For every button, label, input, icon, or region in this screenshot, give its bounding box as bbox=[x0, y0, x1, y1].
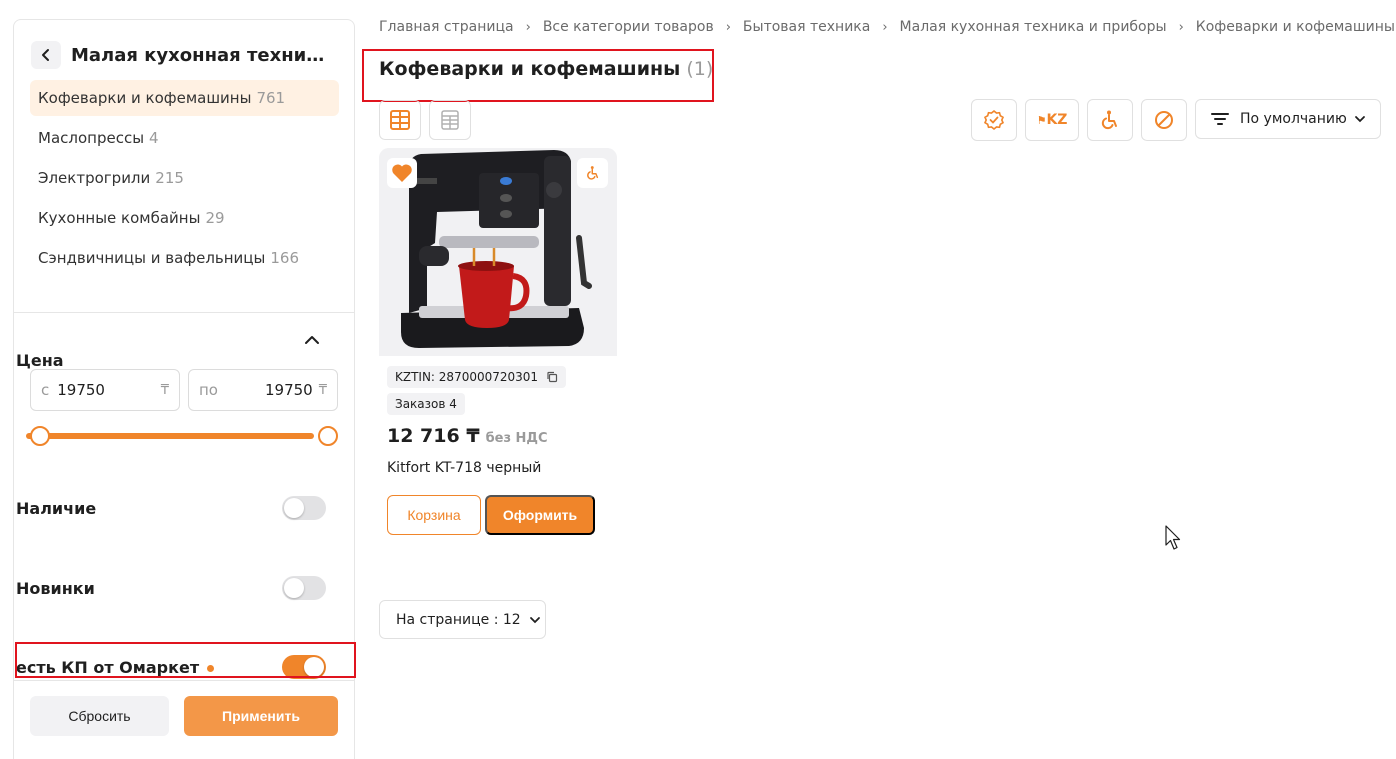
price-from-value: 19750 bbox=[57, 381, 105, 399]
page-title: Кофеварки и кофемашины (1) bbox=[379, 58, 713, 80]
indicator-dot-icon bbox=[207, 664, 215, 672]
subcategory-count: 29 bbox=[205, 209, 225, 227]
verified-filter-button[interactable] bbox=[971, 99, 1017, 141]
subcategory-count: 166 bbox=[270, 249, 299, 267]
accessibility-filter-button[interactable] bbox=[1087, 99, 1133, 141]
verified-badge-icon bbox=[983, 109, 1005, 131]
sort-icon bbox=[1211, 113, 1229, 125]
product-name[interactable]: Kitfort KT-718 черный bbox=[387, 460, 541, 476]
sidebar-divider bbox=[14, 312, 354, 313]
price-to-prefix: по bbox=[199, 381, 218, 399]
subcategory-count: 761 bbox=[256, 89, 286, 107]
kztin-text: KZTIN: 2870000720301 bbox=[395, 370, 539, 384]
chevron-up-icon[interactable] bbox=[303, 331, 321, 349]
accessibility-badge bbox=[577, 158, 608, 188]
kz-label: KZ bbox=[1046, 112, 1068, 128]
omarket-offer-toggle[interactable] bbox=[282, 655, 326, 679]
kztin-chip[interactable]: KZTIN: 2870000720301 bbox=[387, 366, 567, 388]
footer-divider bbox=[14, 680, 355, 681]
sort-dropdown[interactable]: По умолчанию bbox=[1195, 99, 1381, 139]
new-items-label: Новинки bbox=[16, 578, 95, 598]
subcategory-count: 215 bbox=[155, 169, 184, 187]
availability-toggle[interactable] bbox=[282, 496, 326, 520]
block-icon bbox=[1155, 111, 1173, 129]
chevron-down-icon bbox=[529, 616, 540, 623]
new-items-toggle[interactable] bbox=[282, 576, 326, 600]
currency-icon: ₸ bbox=[318, 382, 327, 398]
price-filter-title: Цена bbox=[16, 351, 64, 370]
checkout-button[interactable]: Оформить bbox=[485, 495, 595, 535]
result-count: (1) bbox=[686, 58, 714, 80]
per-page-dropdown[interactable]: На странице : 12 bbox=[379, 600, 546, 639]
breadcrumb-item-current: Кофеварки и кофемашины bbox=[1195, 19, 1395, 35]
per-page-label: На странице : 12 bbox=[396, 611, 521, 628]
omarket-offer-filter: есть КП от Омаркет bbox=[16, 655, 326, 679]
kz-flag-icon: ⚑ bbox=[1036, 113, 1047, 127]
subcategory-item-coffee-makers[interactable]: Кофеварки и кофемашины 761 bbox=[30, 80, 339, 116]
favorite-button[interactable] bbox=[387, 158, 417, 188]
subcategory-label: Кухонные комбайны bbox=[38, 209, 201, 227]
price-to-value: 19750 bbox=[265, 381, 313, 399]
page-title-text: Кофеварки и кофемашины bbox=[379, 58, 681, 80]
apply-button[interactable]: Применить bbox=[184, 696, 338, 736]
price-to-field[interactable]: по 19750 ₸ bbox=[188, 369, 338, 411]
category-title: Малая кухонная техника и приборы bbox=[71, 44, 336, 66]
vat-note: без НДС bbox=[485, 431, 548, 446]
list-view-icon bbox=[441, 110, 459, 130]
breadcrumb: Главная страница › Все категории товаров… bbox=[379, 19, 1395, 35]
chevron-down-icon bbox=[1355, 116, 1365, 123]
subcategory-item-oil-presses[interactable]: Маслопрессы 4 bbox=[30, 120, 339, 156]
chevron-right-icon: › bbox=[725, 19, 731, 35]
currency-icon: ₸ bbox=[160, 382, 169, 398]
sort-label: По умолчанию bbox=[1240, 111, 1347, 127]
add-to-cart-button[interactable]: Корзина bbox=[387, 495, 481, 535]
product-price: 12 716 ₸ без НДС bbox=[387, 425, 548, 447]
back-button[interactable] bbox=[31, 41, 61, 69]
heart-icon bbox=[392, 164, 412, 182]
chevron-right-icon: › bbox=[525, 19, 531, 35]
price-slider-min-handle[interactable] bbox=[30, 426, 50, 446]
wheelchair-icon bbox=[1101, 110, 1117, 130]
subcategory-label: Сэндвичницы и вафельницы bbox=[38, 249, 266, 267]
price-slider-max-handle[interactable] bbox=[318, 426, 338, 446]
breadcrumb-item[interactable]: Все категории товаров bbox=[543, 19, 714, 35]
chevron-right-icon: › bbox=[1178, 19, 1184, 35]
new-items-filter: Новинки bbox=[16, 576, 326, 600]
mouse-cursor-icon bbox=[1165, 525, 1181, 550]
product-card[interactable]: KZTIN: 2870000720301 Заказов 4 12 716 ₸ б… bbox=[379, 148, 617, 540]
subcategory-item-food-processors[interactable]: Кухонные комбайны 29 bbox=[30, 200, 339, 236]
grid-view-button[interactable] bbox=[379, 100, 421, 140]
wheelchair-icon bbox=[586, 166, 598, 180]
breadcrumb-item[interactable]: Главная страница bbox=[379, 19, 514, 35]
orders-chip: Заказов 4 bbox=[387, 393, 465, 415]
availability-label: Наличие bbox=[16, 498, 97, 518]
subcategory-item-electric-grills[interactable]: Электрогрили 215 bbox=[30, 160, 339, 196]
list-view-button[interactable] bbox=[429, 100, 471, 140]
omarket-offer-label: есть КП от Омаркет bbox=[16, 658, 215, 677]
availability-filter: Наличие bbox=[16, 496, 326, 520]
subcategory-list: Кофеварки и кофемашины 761 Маслопрессы 4… bbox=[30, 80, 339, 280]
copy-icon[interactable] bbox=[546, 371, 558, 383]
price-value: 12 716 ₸ bbox=[387, 425, 480, 447]
subcategory-count: 4 bbox=[149, 129, 159, 147]
price-slider-track[interactable] bbox=[26, 433, 314, 439]
subcategory-item-sandwich-makers[interactable]: Сэндвичницы и вафельницы 166 bbox=[30, 240, 339, 276]
price-from-field[interactable]: с 19750 ₸ bbox=[30, 369, 180, 411]
chevron-right-icon: › bbox=[882, 19, 888, 35]
chevron-left-icon bbox=[42, 49, 49, 61]
kz-filter-button[interactable]: ⚑ KZ bbox=[1025, 99, 1079, 141]
subcategory-label: Электрогрили bbox=[38, 169, 151, 187]
subcategory-label: Кофеварки и кофемашины bbox=[38, 89, 252, 107]
subcategory-label: Маслопрессы bbox=[38, 129, 145, 147]
excluded-filter-button[interactable] bbox=[1141, 99, 1187, 141]
price-from-prefix: с bbox=[41, 381, 50, 399]
category-header: Малая кухонная техника и приборы bbox=[31, 41, 336, 69]
breadcrumb-item[interactable]: Бытовая техника bbox=[743, 19, 870, 35]
breadcrumb-item[interactable]: Малая кухонная техника и приборы bbox=[900, 19, 1167, 35]
product-image[interactable] bbox=[379, 148, 617, 356]
grid-view-icon bbox=[390, 110, 410, 130]
reset-button[interactable]: Сбросить bbox=[30, 696, 169, 736]
